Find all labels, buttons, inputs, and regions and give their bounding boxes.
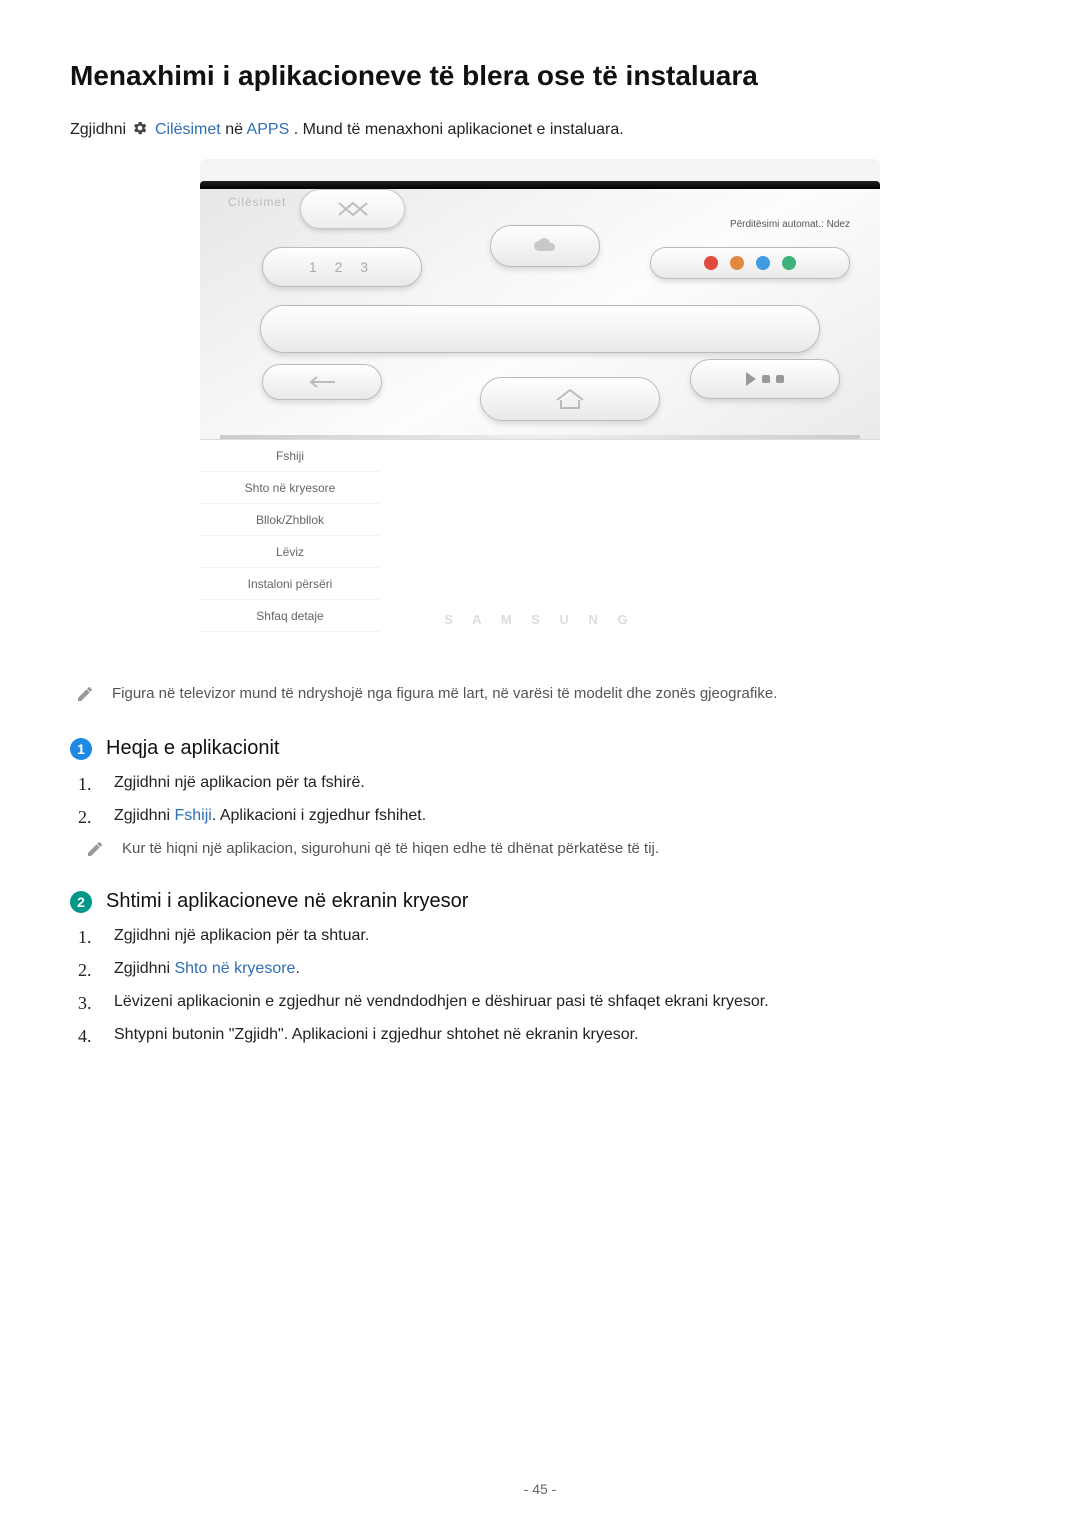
section-1-head: 1 Heqja e aplikacionit	[70, 737, 1010, 760]
tv-screenshot: Cilësimet Përditësimi automat.: Ndez 1 2…	[200, 159, 880, 637]
step-index: 1.	[78, 927, 96, 948]
page-title: Menaxhimi i aplikacioneve të blera ose t…	[70, 60, 1010, 92]
note-figure: Figura në televizor mund të ndryshojë ng…	[76, 685, 1010, 707]
step-index: 1.	[78, 774, 96, 795]
menu-item-shfaq[interactable]: Shfaq detaje	[200, 600, 380, 632]
section-1-note: Kur të hiqni një aplikacion, sigurohuni …	[86, 840, 1010, 862]
step-suffix: .	[295, 960, 299, 977]
app-tile-video	[690, 359, 840, 399]
bullet-2-icon: 2	[70, 891, 92, 913]
step-text: Zgjidhni një aplikacion për ta shtuar.	[114, 927, 369, 945]
menu-item-bllok[interactable]: Bllok/Zhbllok	[200, 504, 380, 536]
gear-icon	[132, 120, 148, 141]
section-1-title: Heqja e aplikacionit	[106, 737, 279, 760]
step-2-4: 4. Shtypni butonin "Zgjidh". Aplikacioni…	[78, 1026, 1010, 1047]
note-figure-text: Figura në televizor mund të ndryshojë ng…	[112, 685, 777, 702]
page-number: - 45 -	[0, 1481, 1080, 1497]
step-text: Zgjidhni Shto në kryesore.	[114, 960, 300, 978]
intro-paragraph: Zgjidhni Cilësimet në APPS . Mund të men…	[70, 120, 1010, 141]
step-prefix: Zgjidhni	[114, 960, 174, 977]
step-index: 4.	[78, 1026, 96, 1047]
pencil-icon	[86, 840, 104, 862]
step-text: Shtypni butonin "Zgjidh". Aplikacioni i …	[114, 1026, 639, 1044]
fshiji-link[interactable]: Fshiji	[174, 807, 211, 824]
intro-mid: në	[225, 121, 246, 138]
shto-link[interactable]: Shto në kryesore	[174, 960, 295, 977]
menu-item-leviz[interactable]: Lëviz	[200, 536, 380, 568]
intro-suffix: . Mund të menaxhoni aplikacionet e insta…	[294, 121, 624, 138]
step-index: 3.	[78, 993, 96, 1014]
app-tile-dots	[650, 247, 850, 279]
step-prefix: Zgjidhni	[114, 807, 174, 824]
app-tile-arrow	[262, 364, 382, 400]
auto-update-label: Përditësimi automat.: Ndez	[730, 219, 850, 230]
intro-prefix: Zgjidhni	[70, 121, 130, 138]
step-index: 2.	[78, 960, 96, 981]
bullet-1-icon: 1	[70, 738, 92, 760]
app-tile-cursor	[300, 189, 405, 229]
step-text: Zgjidhni Fshiji. Aplikacioni i zgjedhur …	[114, 807, 426, 825]
brand-label: S A M S U N G	[444, 612, 635, 627]
menu-item-instaloni[interactable]: Instaloni përsëri	[200, 568, 380, 600]
menu-item-fshiji[interactable]: Fshiji	[200, 440, 380, 472]
cilesimet-link[interactable]: Cilësimet	[155, 121, 221, 138]
step-2-3: 3. Lëvizeni aplikacionin e zgjedhur në v…	[78, 993, 1010, 1014]
step-index: 2.	[78, 807, 96, 828]
section-1-steps: 1. Zgjidhni një aplikacion për ta fshirë…	[78, 774, 1010, 862]
section-1-note-text: Kur të hiqni një aplikacion, sigurohuni …	[122, 840, 659, 857]
step-1-1: 1. Zgjidhni një aplikacion për ta fshirë…	[78, 774, 1010, 795]
section-2-head: 2 Shtimi i aplikacioneve në ekranin krye…	[70, 890, 1010, 913]
step-2-1: 1. Zgjidhni një aplikacion për ta shtuar…	[78, 927, 1010, 948]
step-suffix: . Aplikacioni i zgjedhur fshihet.	[212, 807, 426, 824]
app-tile-123: 1 2 3	[262, 247, 422, 287]
context-menu: Fshiji Shto në kryesore Bllok/Zhbllok Lë…	[200, 439, 880, 632]
pencil-icon	[76, 685, 94, 707]
app-tile-wide	[260, 305, 820, 353]
step-2-2: 2. Zgjidhni Shto në kryesore.	[78, 960, 1010, 981]
apps-link[interactable]: APPS	[247, 121, 290, 138]
step-1-2: 2. Zgjidhni Fshiji. Aplikacioni i zgjedh…	[78, 807, 1010, 828]
app-tile-home	[480, 377, 660, 421]
step-text: Lëvizeni aplikacionin e zgjedhur në vend…	[114, 993, 769, 1011]
section-2-steps: 1. Zgjidhni një aplikacion për ta shtuar…	[78, 927, 1010, 1047]
app-tile-cloud	[490, 225, 600, 267]
section-2-title: Shtimi i aplikacioneve në ekranin kryeso…	[106, 890, 468, 913]
screenshot-top-label: Cilësimet	[228, 195, 286, 209]
step-text: Zgjidhni një aplikacion për ta fshirë.	[114, 774, 365, 792]
menu-item-shto[interactable]: Shto në kryesore	[200, 472, 380, 504]
